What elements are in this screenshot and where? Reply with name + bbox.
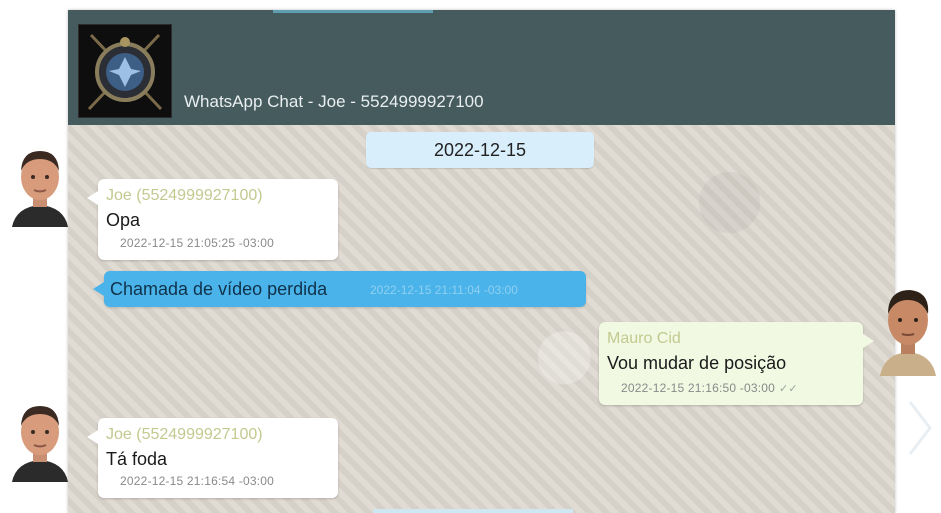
call-notice-timestamp: 2022-12-15 21:11:04 -03:00 [370, 283, 518, 297]
chat-window: WhatsApp Chat - Joe - 5524999927100 2022… [68, 10, 895, 513]
missed-video-call-notice[interactable]: Chamada de vídeo perdida 2022-12-15 21:1… [93, 271, 586, 307]
contact-avatar[interactable] [10, 145, 70, 227]
message-bubble-incoming[interactable]: Joe (5524999927100) Opa 2022-12-15 21:05… [87, 179, 338, 260]
chat-header: WhatsApp Chat - Joe - 5524999927100 [68, 10, 895, 125]
message-meta: 2022-12-15 21:16:50 -03:00 ✓✓ [621, 381, 798, 395]
message-bubble-incoming[interactable]: Joe (5524999927100) Tá foda 2022-12-15 2… [87, 418, 338, 498]
message-sender: Joe (5524999927100) [106, 187, 263, 204]
shield-emblem-icon[interactable] [78, 24, 172, 118]
message-text: Tá foda [106, 449, 168, 469]
message-sender: Joe (5524999927100) [106, 426, 263, 443]
message-text: Vou mudar de posição [607, 353, 787, 373]
message-bubble-outgoing[interactable]: Mauro Cid Vou mudar de posição 2022-12-1… [599, 322, 874, 405]
header-accent-line [273, 10, 433, 13]
user-avatar[interactable] [876, 284, 940, 376]
message-timestamp: 2022-12-15 21:05:25 -03:00 [120, 236, 274, 250]
message-timestamp: 2022-12-15 21:16:54 -03:00 [120, 474, 274, 488]
message-text: Opa [106, 210, 141, 230]
call-notice-text: Chamada de vídeo perdida [110, 279, 328, 299]
chat-title: WhatsApp Chat - Joe - 5524999927100 [184, 92, 484, 111]
message-sender: Mauro Cid [607, 330, 681, 347]
date-separator: 2022-12-15 [366, 132, 594, 168]
next-chevron-icon[interactable] [904, 398, 934, 458]
message-timestamp: 2022-12-15 21:16:50 -03:00 [621, 381, 775, 395]
read-ticks-icon: ✓✓ [779, 383, 798, 395]
contact-avatar[interactable] [10, 400, 70, 482]
date-separator-partial [373, 509, 573, 513]
